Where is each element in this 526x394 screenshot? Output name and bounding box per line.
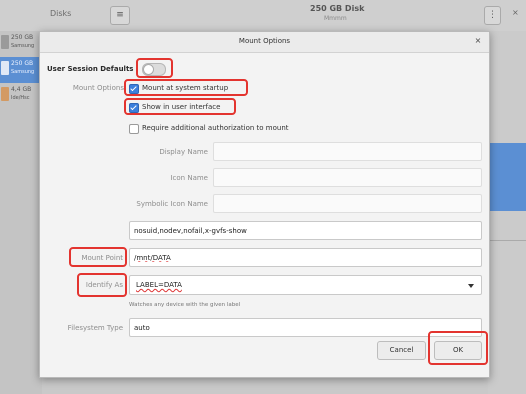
- disk-title: 250 GB Disk: [310, 4, 365, 13]
- checkbox-label: Require additional authorization to moun…: [142, 124, 289, 132]
- disk-size: 250 GB: [11, 34, 34, 41]
- dialog-title: Mount Options: [238, 37, 291, 45]
- mount-options-label: Mount Options: [72, 84, 124, 92]
- mount-point-label: Mount Point: [81, 254, 123, 262]
- identify-as-dropdown[interactable]: LABEL=DATA: [129, 275, 482, 295]
- close-icon[interactable]: ×: [472, 35, 484, 47]
- mount-options-input[interactable]: [129, 221, 482, 240]
- display-name-input[interactable]: [213, 142, 482, 161]
- disk-model: Samsung: [11, 43, 35, 49]
- mount-point-input[interactable]: [129, 248, 482, 267]
- disk-size: 250 GB: [11, 60, 34, 67]
- user-session-defaults-label: User Session Defaults: [47, 65, 134, 73]
- hamburger-icon[interactable]: ≡: [110, 6, 130, 25]
- checkbox-label: Show in user interface: [142, 103, 221, 111]
- volume-area: [488, 31, 526, 394]
- disks-headerbar: Disks ≡ 250 GB Disk Mmmm ⋮ ×: [0, 0, 526, 32]
- ok-button[interactable]: OK: [434, 341, 482, 360]
- mount-options-dialog: Mount Options × User Session Defaults Mo…: [39, 31, 490, 378]
- filesystem-type-input[interactable]: [129, 318, 482, 337]
- disk-size: 4,4 GB: [11, 86, 32, 93]
- display-name-label: Display Name: [159, 148, 208, 156]
- checkbox-checked-icon: [129, 103, 139, 113]
- drive-icon: [1, 61, 9, 75]
- symbolic-icon-name-input[interactable]: [213, 194, 482, 213]
- disk-list-item[interactable]: 250 GB Samsung: [0, 31, 42, 57]
- disk-model: Samsung: [11, 69, 35, 75]
- disk-sidebar: 250 GB Samsung 250 GB Samsung 4,4 GB Ide…: [0, 31, 42, 394]
- checkbox-unchecked-icon: [129, 124, 139, 134]
- window-close-icon[interactable]: ×: [512, 8, 519, 17]
- kebab-icon[interactable]: ⋮: [484, 6, 501, 25]
- identify-as-hint: Watches any device with the given label: [129, 302, 241, 308]
- disk-subtitle: Mmmm: [324, 15, 347, 22]
- drive-icon: [1, 35, 9, 49]
- app-title: Disks: [50, 9, 72, 18]
- chevron-down-icon: [468, 284, 474, 288]
- selected-partition[interactable]: [488, 143, 526, 211]
- disk-model: Ide/Hsc: [11, 95, 30, 101]
- checkbox-checked-icon: [129, 84, 139, 94]
- icon-name-input[interactable]: [213, 168, 482, 187]
- disk-list-item-selected[interactable]: 250 GB Samsung: [0, 57, 42, 83]
- dialog-titlebar: Mount Options ×: [40, 32, 489, 53]
- identify-as-label: Identify As: [85, 281, 123, 289]
- user-session-defaults-toggle[interactable]: [142, 63, 166, 76]
- identify-as-value: LABEL=DATA: [136, 281, 182, 289]
- cancel-button[interactable]: Cancel: [377, 341, 426, 360]
- filesystem-type-label: Filesystem Type: [67, 324, 123, 332]
- icon-name-label: Icon Name: [170, 174, 208, 182]
- symbolic-icon-name-label: Symbolic Icon Name: [136, 200, 208, 208]
- toggle-knob: [143, 64, 154, 75]
- usb-drive-icon: [1, 87, 9, 101]
- divider: [488, 240, 526, 241]
- disk-list-item[interactable]: 4,4 GB Ide/Hsc: [0, 83, 42, 109]
- checkbox-label: Mount at system startup: [142, 84, 229, 92]
